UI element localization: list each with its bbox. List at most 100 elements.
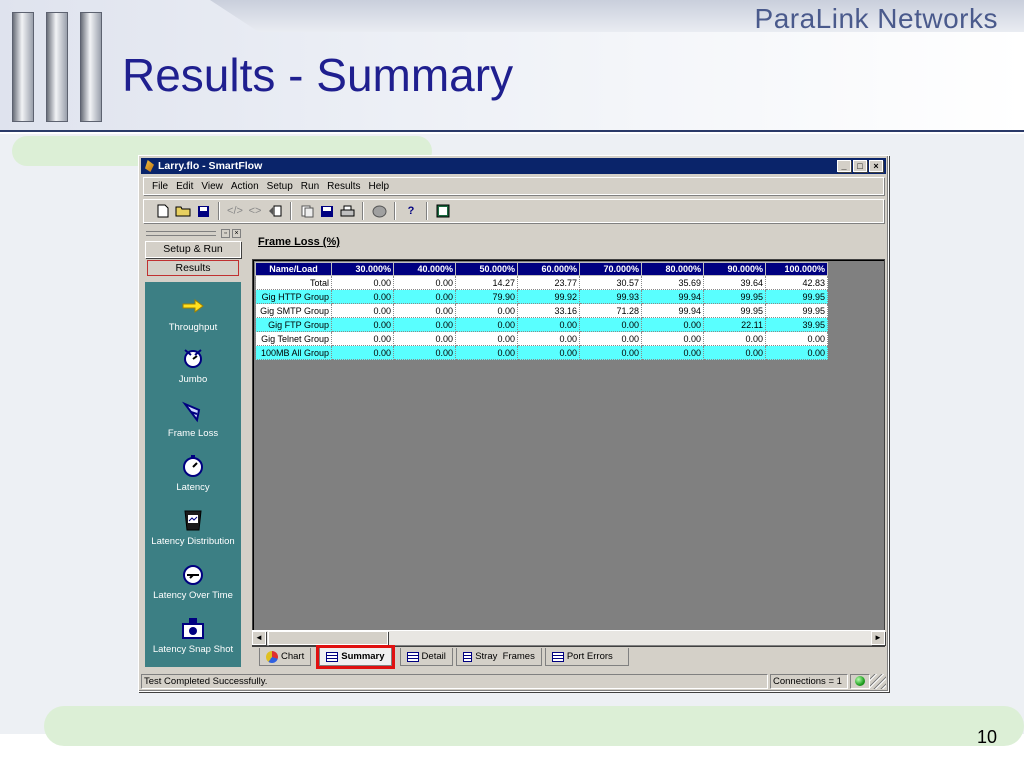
table-cell[interactable]: 0.00 [331,331,394,346]
tab-port-errors[interactable]: Port Errors [544,648,629,666]
table-cell[interactable]: 0.00 [331,275,394,290]
table-row[interactable]: 100MB All Group 0.00 0.00 0.00 0.00 0.00 0.00 0… [255,345,828,360]
nav-latency[interactable]: Latency [145,454,241,493]
menu-file[interactable]: File [152,181,168,192]
column-header[interactable]: 30.000% [331,262,394,276]
table-cell[interactable]: 39.95 [765,317,828,332]
table-cell[interactable]: 39.64 [703,275,766,290]
step-back-icon[interactable]: </> [226,202,244,220]
column-header[interactable]: Name/Load [255,262,332,276]
new-file-icon[interactable] [154,202,172,220]
nav-latency-distribution[interactable]: Latency Distribution [145,508,241,547]
table-cell[interactable]: 0.00 [517,345,580,360]
table-cell[interactable]: 0.00 [393,275,456,290]
table-cell[interactable]: 0.00 [765,345,828,360]
table-cell[interactable]: 99.92 [517,289,580,304]
row-name-cell[interactable]: 100MB All Group [255,345,332,360]
table-cell[interactable]: 99.95 [703,289,766,304]
resize-grip[interactable] [870,673,886,689]
panel-grip[interactable] [146,230,216,236]
table-cell[interactable]: 0.00 [703,331,766,346]
panel-close-button[interactable]: × [232,228,241,238]
table-cell[interactable]: 0.00 [579,331,642,346]
report-icon[interactable] [434,202,452,220]
nav-latency-over-time[interactable]: Latency Over Time [145,562,241,601]
scroll-right-button[interactable]: ► [871,631,885,645]
setup-run-button[interactable]: Setup & Run [145,241,241,258]
open-folder-icon[interactable] [174,202,192,220]
load-icon[interactable] [266,202,284,220]
column-header[interactable]: 40.000% [393,262,456,276]
step-forward-icon[interactable]: <> [246,202,264,220]
menu-view[interactable]: View [201,181,223,192]
table-cell[interactable]: 0.00 [455,345,518,360]
row-name-cell[interactable]: Gig HTTP Group [255,289,332,304]
tab-summary[interactable]: Summary [316,645,395,669]
menu-results[interactable]: Results [327,181,360,192]
row-name-cell[interactable]: Total [255,275,332,290]
nav-frame-loss[interactable]: Frame Loss [145,400,241,439]
table-cell[interactable]: 23.77 [517,275,580,290]
table-row[interactable]: Gig HTTP Group 0.00 0.00 79.90 99.92 99.93 99.… [255,289,828,304]
table-cell[interactable]: 0.00 [579,345,642,360]
window-titlebar[interactable]: Larry.flo - SmartFlow _ □ × [141,158,886,174]
row-name-cell[interactable]: Gig SMTP Group [255,303,332,318]
column-header[interactable]: 70.000% [579,262,642,276]
save-disk-icon[interactable] [194,202,212,220]
save-all-icon[interactable] [318,202,336,220]
table-cell[interactable]: 22.11 [703,317,766,332]
table-cell[interactable]: 0.00 [641,331,704,346]
table-cell[interactable]: 71.28 [579,303,642,318]
nav-latency-snap-shot[interactable]: Latency Snap Shot [145,616,241,655]
column-header[interactable]: 90.000% [703,262,766,276]
panel-restore-button[interactable]: ▫ [221,228,230,238]
row-name-cell[interactable]: Gig FTP Group [255,317,332,332]
close-button[interactable]: × [869,160,883,172]
table-cell[interactable]: 0.00 [641,317,704,332]
table-cell[interactable]: 0.00 [393,331,456,346]
table-cell[interactable]: 42.83 [765,275,828,290]
maximize-button[interactable]: □ [853,160,867,172]
tab-detail[interactable]: Detail [399,648,453,666]
table-row[interactable]: Gig SMTP Group 0.00 0.00 0.00 33.16 71.28 99.9… [255,303,828,318]
table-cell[interactable]: 99.95 [765,289,828,304]
table-row[interactable]: Total 0.00 0.00 14.27 23.77 30.57 35.69 39.64 42… [255,275,828,290]
column-header[interactable]: 80.000% [641,262,704,276]
table-cell[interactable]: 0.00 [331,345,394,360]
table-cell[interactable]: 0.00 [517,317,580,332]
tab-stray-frames[interactable]: Stray Frames [455,648,542,666]
table-cell[interactable]: 0.00 [393,317,456,332]
table-cell[interactable]: 30.57 [579,275,642,290]
nav-throughput[interactable]: Throughput [145,294,241,333]
copy-icon[interactable] [298,202,316,220]
table-cell[interactable]: 33.16 [517,303,580,318]
column-header[interactable]: 100.000% [765,262,828,276]
table-cell[interactable]: 79.90 [455,289,518,304]
menu-help[interactable]: Help [369,181,390,192]
table-cell[interactable]: 0.00 [641,345,704,360]
table-cell[interactable]: 99.94 [641,289,704,304]
table-cell[interactable]: 0.00 [517,331,580,346]
table-cell[interactable]: 0.00 [393,289,456,304]
column-header[interactable]: 50.000% [455,262,518,276]
results-button[interactable]: Results [147,260,239,276]
table-cell[interactable]: 0.00 [331,317,394,332]
table-cell[interactable]: 99.93 [579,289,642,304]
table-cell[interactable]: 99.94 [641,303,704,318]
horizontal-scrollbar[interactable]: ◄ ► [252,630,885,645]
menu-edit[interactable]: Edit [176,181,193,192]
stop-icon[interactable] [370,202,388,220]
print-icon[interactable] [338,202,356,220]
minimize-button[interactable]: _ [837,160,851,172]
table-cell[interactable]: 0.00 [765,331,828,346]
nav-jumbo[interactable]: Jumbo [145,346,241,385]
table-row[interactable]: Gig Telnet Group 0.00 0.00 0.00 0.00 0.00 0.00… [255,331,828,346]
table-cell[interactable]: 35.69 [641,275,704,290]
menu-setup[interactable]: Setup [267,181,293,192]
table-cell[interactable]: 0.00 [331,303,394,318]
scroll-left-button[interactable]: ◄ [252,631,266,645]
tab-chart[interactable]: Chart [259,648,312,666]
menu-action[interactable]: Action [231,181,259,192]
table-cell[interactable]: 0.00 [703,345,766,360]
table-cell[interactable]: 0.00 [455,317,518,332]
